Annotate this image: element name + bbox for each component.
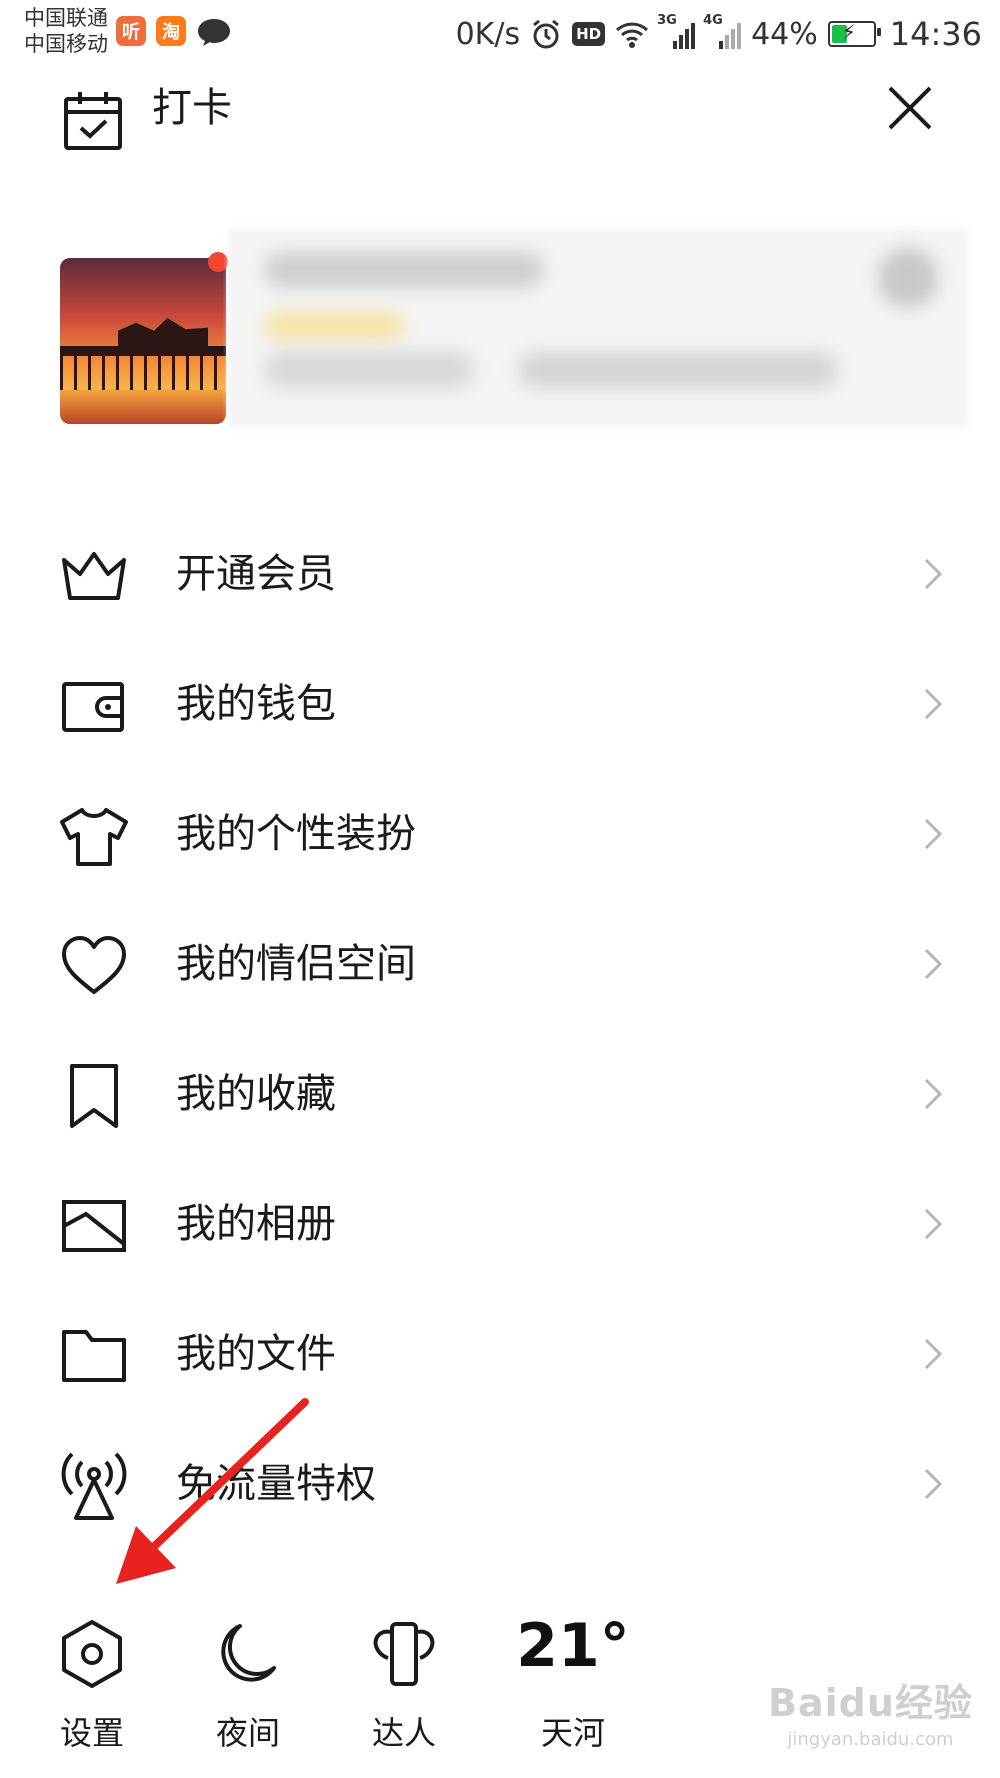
photo-album-icon — [62, 1200, 126, 1252]
ting-app-icon: 听 — [116, 16, 146, 46]
chevron-right-icon — [924, 688, 943, 720]
chevron-right-icon — [924, 1468, 943, 1500]
moon-icon — [221, 1624, 276, 1682]
settings-hexagon-icon — [62, 1620, 122, 1688]
watermark-main: Baidu经验 — [768, 1681, 973, 1725]
menu-item-dressup[interactable]: 我的个性装扮 — [0, 768, 1000, 898]
avatar[interactable] — [60, 258, 226, 424]
menu-label-favorites: 我的收藏 — [176, 1071, 336, 1117]
menu-label-files: 我的文件 — [176, 1331, 336, 1377]
signal-sim1-icon: 3G — [657, 13, 696, 49]
notification-dot — [208, 252, 228, 272]
carrier-2: 中国移动 — [24, 32, 108, 56]
expert-button[interactable]: 达人 — [344, 1616, 464, 1752]
tshirt-icon — [60, 808, 128, 866]
watermark-sub: jingyan.baidu.com — [787, 1729, 954, 1750]
taobao-app-icon: 淘 — [156, 16, 186, 46]
net-speed: 0K/s — [455, 16, 521, 52]
battery-percent: 44% — [751, 16, 818, 52]
menu-label-vip: 开通会员 — [176, 551, 336, 597]
chevron-right-icon — [924, 818, 943, 850]
night-mode-button[interactable]: 夜间 — [188, 1616, 308, 1752]
temperature: 21° — [516, 1611, 630, 1681]
phone-wings-icon — [373, 1622, 435, 1686]
signal-sim2-icon: 4G — [703, 13, 742, 49]
message-icon — [198, 19, 230, 46]
chevron-right-icon — [924, 558, 943, 590]
clock: 14:36 — [889, 15, 982, 53]
chevron-right-icon — [924, 1208, 943, 1240]
wifi-icon — [616, 22, 649, 48]
menu-item-album[interactable]: 我的相册 — [0, 1158, 1000, 1288]
carrier-1: 中国联通 — [24, 6, 108, 30]
chevron-right-icon — [924, 1078, 943, 1110]
menu-label-couple: 我的情侣空间 — [176, 941, 416, 987]
crown-icon — [62, 552, 126, 600]
menu-item-wallet[interactable]: 我的钱包 — [0, 638, 1000, 768]
settings-label: 设置 — [59, 1714, 124, 1752]
menu-label-dressup: 我的个性装扮 — [176, 811, 416, 857]
alarm-icon — [533, 19, 560, 49]
calendar-check-icon[interactable] — [62, 90, 124, 152]
wallet-icon — [62, 682, 124, 732]
checkin-label[interactable]: 打卡 — [152, 84, 232, 132]
sim1-net-type: 3G — [657, 13, 677, 28]
settings-button[interactable]: 设置 — [32, 1616, 152, 1752]
menu-item-favorites[interactable]: 我的收藏 — [0, 1028, 1000, 1158]
expert-label: 达人 — [371, 1714, 436, 1752]
battery-icon: ⚡ — [827, 20, 881, 47]
menu-label-wallet: 我的钱包 — [176, 681, 336, 727]
profile-info-blurred[interactable] — [228, 228, 968, 428]
chevron-right-icon — [924, 948, 943, 980]
night-label: 夜间 — [215, 1714, 280, 1752]
status-right: 0K/s HD 3G 4G 44% ⚡ 14:36 — [455, 13, 982, 54]
menu-item-vip[interactable]: 开通会员 — [0, 508, 1000, 638]
folder-icon — [62, 1330, 126, 1382]
bookmark-icon — [70, 1064, 118, 1128]
menu-label-album: 我的相册 — [176, 1201, 336, 1247]
baidu-watermark: Baidu经验 jingyan.baidu.com — [768, 1672, 973, 1750]
menu-item-couple[interactable]: 我的情侣空间 — [0, 898, 1000, 1028]
location-label: 天河 — [540, 1714, 605, 1752]
weather-widget[interactable]: 21° 天河 — [508, 1611, 638, 1752]
hd-badge: HD — [572, 22, 606, 46]
chevron-right-icon — [924, 1338, 943, 1370]
heart-icon — [62, 936, 126, 994]
sim2-net-type: 4G — [703, 13, 723, 28]
close-icon[interactable] — [884, 82, 936, 134]
annotation-arrow — [116, 1398, 309, 1584]
